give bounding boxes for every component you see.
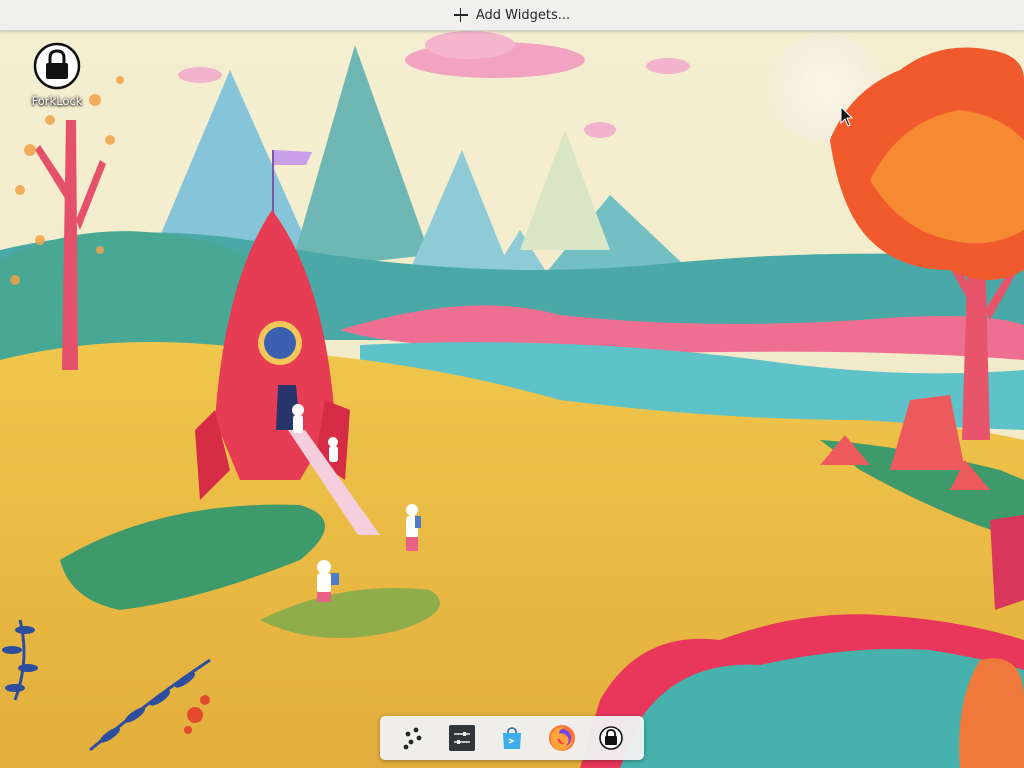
firefox-button[interactable] [544, 720, 580, 756]
system-settings-button[interactable] [444, 720, 480, 756]
application-launcher-button[interactable] [395, 720, 431, 756]
edit-mode-toolbar: Add Widgets... [0, 0, 1024, 31]
lock-icon [33, 42, 81, 90]
forklock-button[interactable] [593, 720, 629, 756]
add-widgets-label: Add Widgets... [475, 7, 571, 23]
settings-sliders-icon [449, 725, 476, 751]
desktop[interactable]: Add Widgets... ForkLock [0, 0, 1024, 768]
shopping-bag-icon [502, 727, 521, 749]
wallpaper [0, 0, 1024, 768]
add-widgets-button[interactable]: Add Widgets... [444, 5, 580, 26]
lock-icon [599, 726, 623, 750]
firefox-icon [548, 725, 575, 751]
mouse-cursor-icon [840, 106, 854, 127]
desktop-icon-forklock[interactable]: ForkLock [22, 42, 92, 108]
plus-icon [453, 8, 468, 22]
taskbar-panel [380, 716, 644, 760]
desktop-icon-label: ForkLock [31, 94, 83, 108]
discover-store-button[interactable] [494, 720, 530, 756]
launcher-dots-icon [403, 727, 422, 750]
